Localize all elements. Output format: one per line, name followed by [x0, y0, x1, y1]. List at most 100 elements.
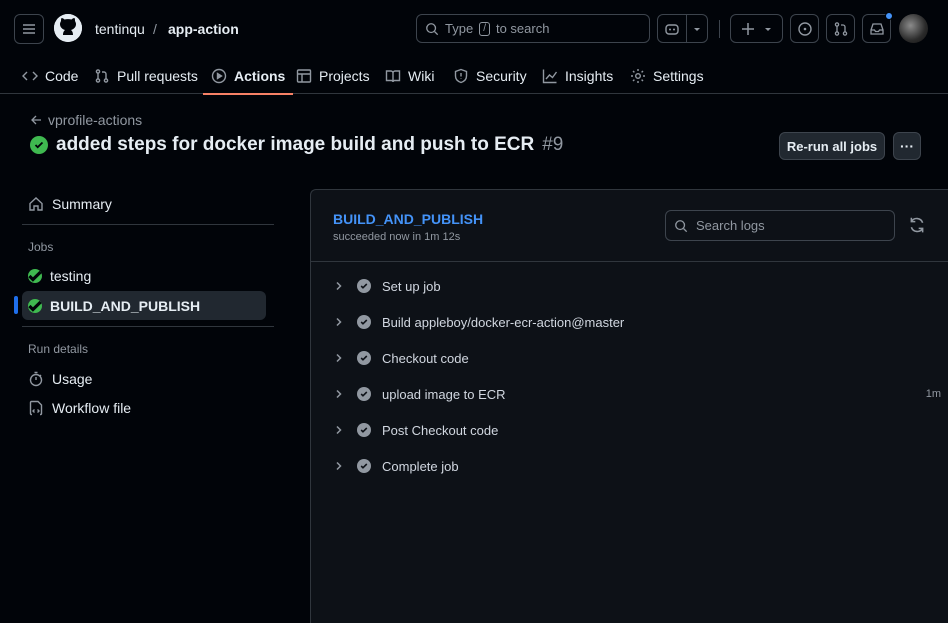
more-options-button[interactable]: ···	[893, 132, 921, 160]
step-duration: 1m	[925, 388, 941, 400]
tab-label: Actions	[234, 68, 286, 84]
search-shortcut-key: /	[479, 21, 490, 36]
kebab-horizontal-icon: ···	[900, 138, 914, 154]
tab-projects[interactable]: Projects	[296, 58, 370, 94]
breadcrumb-owner[interactable]: tentinqu	[95, 21, 145, 37]
tab-label: Security	[476, 68, 527, 84]
search-logs-input[interactable]: Search logs	[665, 210, 895, 241]
job-name-link[interactable]: BUILD_AND_PUBLISH	[333, 211, 483, 227]
check-circle-icon	[357, 387, 371, 401]
log-step[interactable]: Set up job	[331, 275, 941, 297]
sidebar-item-label: Workflow file	[52, 399, 132, 416]
search-icon	[675, 219, 688, 232]
copilot-button[interactable]	[657, 14, 687, 43]
check-circle-icon	[357, 459, 371, 473]
create-new-button[interactable]	[730, 14, 783, 43]
chevron-right-icon	[331, 425, 347, 435]
arrow-left-icon	[31, 115, 41, 125]
global-search[interactable]: Type / to search	[416, 14, 650, 43]
chevron-right-icon	[331, 389, 347, 399]
plus-icon	[741, 22, 754, 35]
check-circle-icon	[357, 315, 371, 329]
jobs-heading: Jobs	[28, 240, 54, 254]
play-icon	[211, 68, 227, 84]
home-icon	[29, 196, 43, 211]
menu-button[interactable]	[14, 14, 44, 44]
check-circle-icon	[357, 279, 371, 293]
breadcrumb-repo[interactable]: app-action	[168, 21, 239, 37]
pull-requests-button[interactable]	[826, 14, 855, 43]
tab-wiki[interactable]: Wiki	[385, 58, 434, 94]
log-step[interactable]: upload image to ECR 1m	[331, 383, 941, 405]
back-link-label: vprofile-actions	[48, 112, 143, 128]
job-status-text: succeeded now in 1m 12s	[333, 231, 461, 243]
inbox-icon	[869, 22, 884, 35]
run-details-heading: Run details	[28, 342, 89, 356]
sidebar-divider	[22, 224, 274, 225]
issue-opened-icon	[797, 21, 812, 36]
tab-label: Code	[45, 68, 79, 84]
chevron-right-icon	[331, 461, 347, 471]
copilot-dropdown-button[interactable]	[686, 14, 708, 43]
step-label: Set up job	[382, 278, 441, 294]
tab-label: Insights	[565, 68, 614, 84]
job-log-panel: BUILD_AND_PUBLISH succeeded now in 1m 12…	[310, 189, 948, 623]
tab-pull-requests[interactable]: Pull requests	[94, 58, 198, 94]
step-label: Checkout code	[382, 350, 469, 366]
log-step[interactable]: Post Checkout code	[331, 419, 941, 441]
check-circle-icon	[28, 268, 42, 283]
log-step[interactable]: Complete job	[331, 455, 941, 477]
inbox-button[interactable]	[862, 12, 893, 43]
sidebar-item-summary[interactable]: Summary	[22, 189, 266, 218]
check-circle-icon	[28, 298, 42, 313]
search-suffix: to search	[495, 21, 550, 36]
tab-actions[interactable]: Actions	[202, 58, 294, 95]
step-label: Complete job	[382, 458, 459, 474]
gear-icon	[631, 69, 645, 83]
check-circle-icon	[357, 351, 371, 365]
chevron-right-icon	[331, 317, 347, 327]
stopwatch-icon	[29, 371, 43, 386]
sidebar-item-usage[interactable]: Usage	[22, 364, 266, 393]
github-logo-icon[interactable]	[54, 14, 82, 42]
global-header: tentinqu / app-action Type / to search C…	[0, 0, 948, 95]
breadcrumb-separator: /	[153, 21, 157, 37]
top-bar: tentinqu / app-action Type / to search	[0, 0, 948, 58]
tab-label: Wiki	[408, 68, 435, 84]
sidebar-item-workflow-file[interactable]: Workflow file	[22, 393, 266, 422]
tab-label: Settings	[653, 68, 704, 84]
check-circle-icon	[357, 423, 371, 437]
file-code-icon	[29, 400, 43, 415]
tab-code[interactable]: Code	[22, 58, 78, 94]
search-prefix: Type	[445, 21, 474, 36]
chevron-right-icon	[331, 281, 347, 291]
tab-label: Projects	[319, 68, 370, 84]
issues-button[interactable]	[790, 14, 819, 43]
pull-request-icon	[95, 69, 109, 83]
tab-security[interactable]: Security	[453, 58, 527, 94]
chevron-right-icon	[331, 353, 347, 363]
header-divider	[719, 20, 720, 38]
code-icon	[22, 71, 38, 81]
sidebar-item-job-build-and-publish[interactable]: BUILD_AND_PUBLISH	[22, 291, 266, 320]
notification-dot-icon	[885, 12, 893, 20]
rerun-all-jobs-button[interactable]: Re-run all jobs	[779, 132, 885, 160]
sidebar-divider	[22, 326, 274, 327]
run-number: #9	[542, 134, 564, 155]
step-label: Build appleboy/docker-ecr-action@master	[382, 314, 625, 330]
avatar[interactable]	[899, 14, 928, 43]
sidebar-item-label: Summary	[52, 195, 112, 212]
caret-down-icon	[694, 27, 700, 31]
search-logs-placeholder: Search logs	[696, 218, 765, 233]
tab-settings[interactable]: Settings	[630, 58, 704, 94]
sync-icon[interactable]	[908, 216, 926, 234]
log-step[interactable]: Build appleboy/docker-ecr-action@master	[331, 311, 941, 333]
back-to-workflow-link[interactable]: vprofile-actions	[30, 112, 142, 128]
hamburger-icon	[23, 24, 35, 34]
run-title-text: added steps for docker image build and p…	[56, 134, 535, 155]
copilot-icon	[665, 23, 679, 35]
tab-insights[interactable]: Insights	[542, 58, 613, 94]
tab-label: Pull requests	[117, 68, 198, 84]
sidebar-item-job-testing[interactable]: testing	[22, 261, 266, 290]
log-step[interactable]: Checkout code	[331, 347, 941, 369]
